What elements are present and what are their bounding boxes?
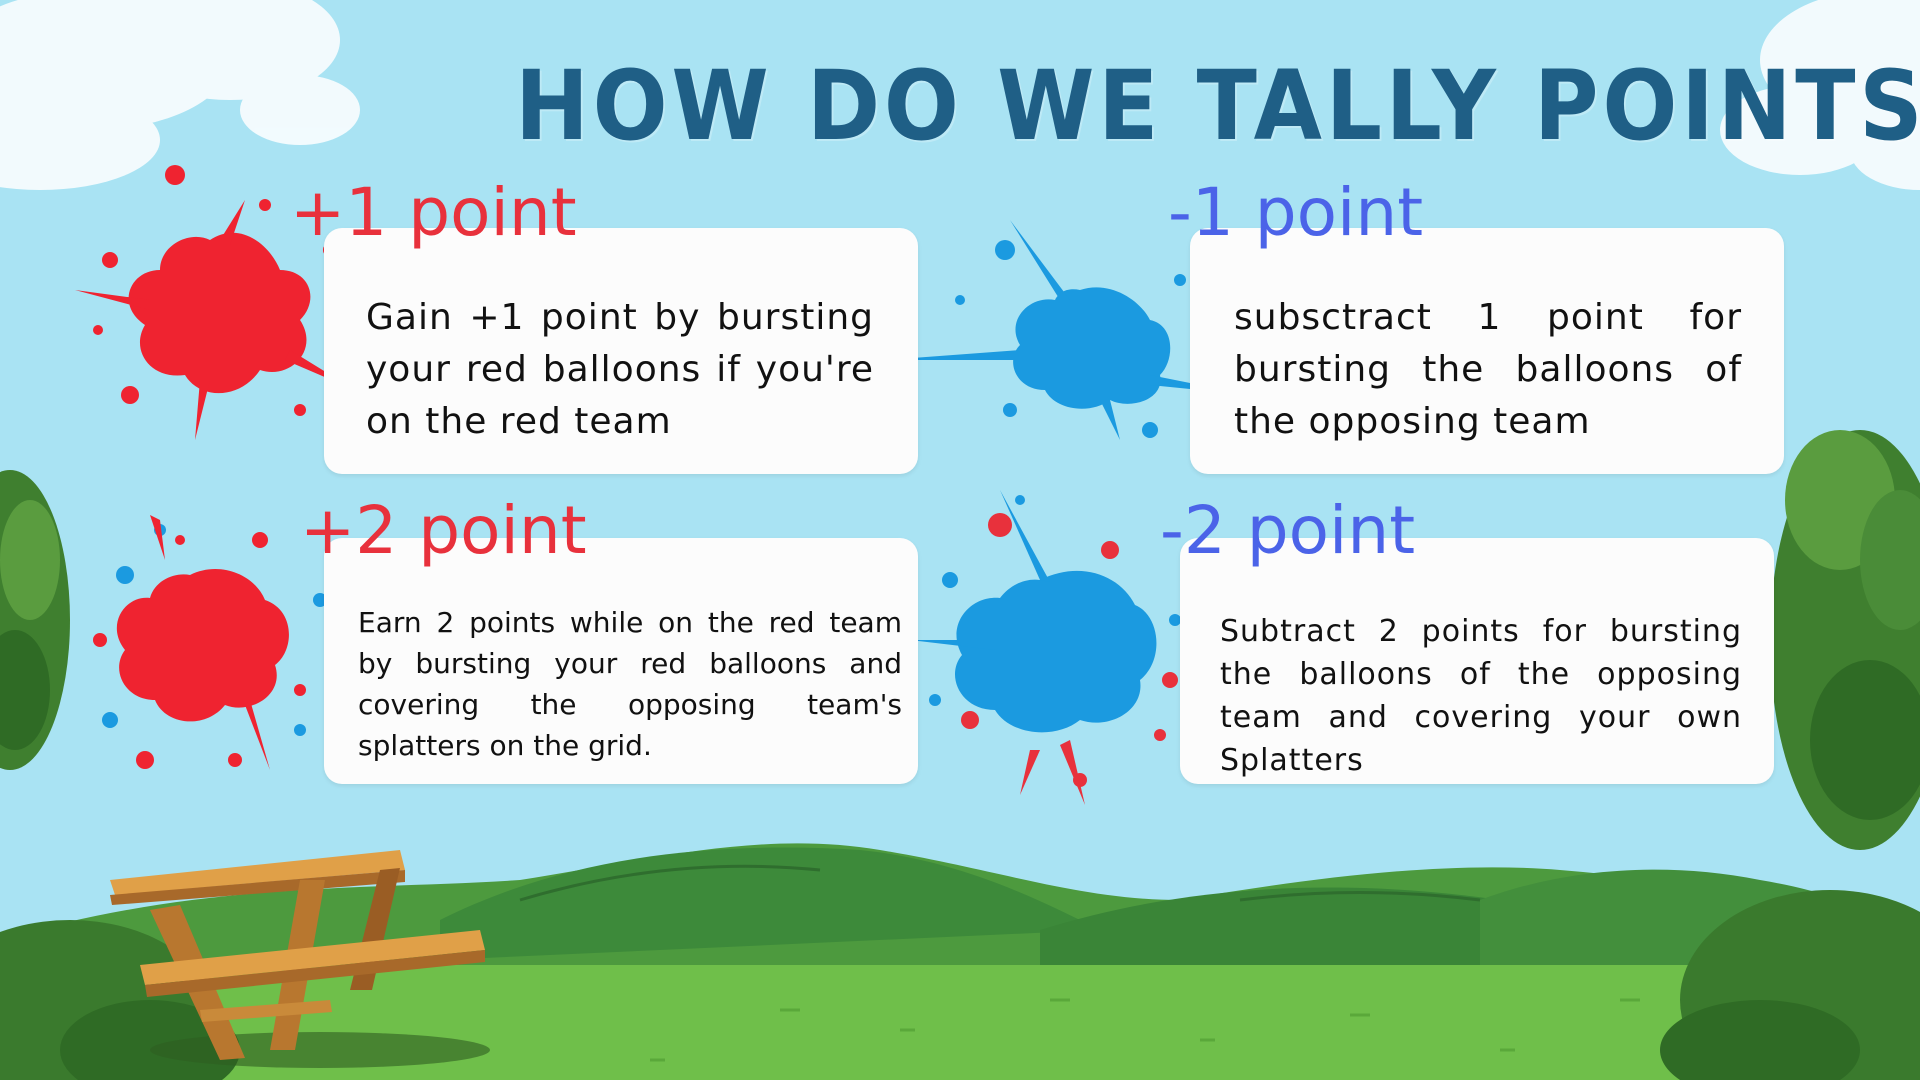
rule-label-minus-1: -1 point — [1168, 174, 1424, 251]
rule-label-plus-2: +2 point — [300, 492, 587, 569]
rule-text-minus-2: Subtract 2 points for bursting the ballo… — [1220, 614, 1742, 778]
rule-label-minus-2: -2 point — [1160, 492, 1416, 569]
rule-text-minus-1: subsctract 1 point for bursting the ball… — [1234, 297, 1742, 442]
page-title: HOW DO WE TALLY POINTS? — [515, 50, 1920, 162]
rule-text-plus-2: Earn 2 points while on the red team by b… — [358, 606, 902, 762]
rule-label-plus-1: +1 point — [290, 174, 577, 251]
rule-text-plus-1: Gain +1 point by bursting your red ballo… — [366, 297, 874, 442]
